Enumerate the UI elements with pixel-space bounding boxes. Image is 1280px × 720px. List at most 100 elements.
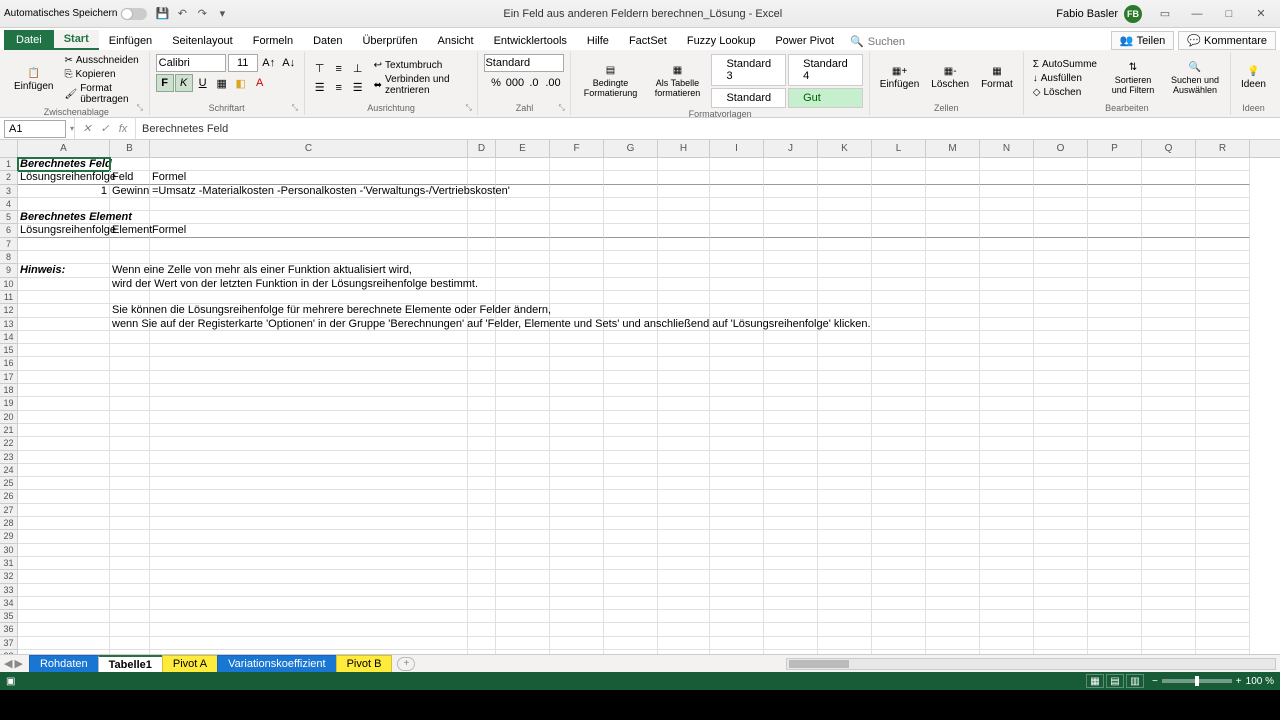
cell[interactable]: [710, 597, 764, 610]
cell[interactable]: [18, 437, 110, 450]
cell[interactable]: [926, 357, 980, 370]
cell[interactable]: [496, 251, 550, 264]
cell[interactable]: [658, 304, 710, 317]
cell[interactable]: [658, 198, 710, 211]
cell[interactable]: [926, 171, 980, 184]
cell[interactable]: [764, 517, 818, 530]
cell[interactable]: [710, 517, 764, 530]
fill-color-button[interactable]: ◧: [232, 74, 250, 92]
cell[interactable]: [710, 171, 764, 184]
cell[interactable]: [150, 198, 468, 211]
cell[interactable]: [110, 584, 150, 597]
cell[interactable]: [764, 158, 818, 171]
cell[interactable]: [980, 238, 1034, 251]
cell[interactable]: [764, 171, 818, 184]
cell[interactable]: Berechnetes Element: [18, 211, 110, 224]
column-header[interactable]: K: [818, 140, 872, 157]
cell[interactable]: [872, 158, 926, 171]
cell[interactable]: [764, 198, 818, 211]
cell[interactable]: [926, 437, 980, 450]
autosave-toggle[interactable]: Automatisches Speichern: [4, 8, 147, 20]
cell[interactable]: [872, 357, 926, 370]
cell[interactable]: [1088, 584, 1142, 597]
cell[interactable]: [550, 530, 604, 543]
cell[interactable]: [980, 357, 1034, 370]
cell[interactable]: [604, 198, 658, 211]
cell[interactable]: [818, 251, 872, 264]
cell[interactable]: [468, 504, 496, 517]
row-header[interactable]: 10: [0, 278, 18, 291]
cell[interactable]: [980, 291, 1034, 304]
row-header[interactable]: 31: [0, 557, 18, 570]
cell[interactable]: [1088, 530, 1142, 543]
cell[interactable]: [1034, 517, 1088, 530]
cell[interactable]: [604, 584, 658, 597]
cell[interactable]: [926, 530, 980, 543]
cell[interactable]: [980, 584, 1034, 597]
name-box[interactable]: [4, 120, 66, 138]
cell[interactable]: [980, 304, 1034, 317]
cell[interactable]: [1196, 198, 1250, 211]
cell[interactable]: [496, 171, 550, 184]
cell[interactable]: [1034, 251, 1088, 264]
minimize-icon[interactable]: —: [1182, 4, 1212, 24]
cell[interactable]: [468, 344, 496, 357]
cell[interactable]: [110, 344, 150, 357]
cell[interactable]: [764, 185, 818, 198]
cell[interactable]: [550, 384, 604, 397]
cell[interactable]: [110, 597, 150, 610]
cell[interactable]: [872, 584, 926, 597]
cell[interactable]: [1196, 371, 1250, 384]
cell[interactable]: [550, 424, 604, 437]
cell[interactable]: [764, 278, 818, 291]
cell[interactable]: [926, 464, 980, 477]
row-header[interactable]: 17: [0, 371, 18, 384]
row-header[interactable]: 25: [0, 477, 18, 490]
cell[interactable]: [1142, 451, 1196, 464]
cell[interactable]: [1088, 504, 1142, 517]
cell[interactable]: [496, 384, 550, 397]
zoom-level[interactable]: 100 %: [1246, 676, 1274, 687]
cell[interactable]: [110, 384, 150, 397]
column-header[interactable]: L: [872, 140, 926, 157]
cell[interactable]: [18, 331, 110, 344]
cell[interactable]: [818, 384, 872, 397]
cell[interactable]: [872, 238, 926, 251]
cell[interactable]: [468, 451, 496, 464]
cell[interactable]: [1196, 357, 1250, 370]
cell[interactable]: Lösungsreihenfolge: [18, 171, 110, 184]
cell[interactable]: [710, 384, 764, 397]
row-header[interactable]: 7: [0, 238, 18, 251]
cell[interactable]: [150, 517, 468, 530]
cell[interactable]: [710, 264, 764, 277]
cell[interactable]: [468, 397, 496, 410]
cell[interactable]: [764, 331, 818, 344]
cell[interactable]: [980, 451, 1034, 464]
cell[interactable]: [926, 384, 980, 397]
row-header[interactable]: 20: [0, 411, 18, 424]
cell[interactable]: [764, 557, 818, 570]
cell[interactable]: [110, 464, 150, 477]
cell[interactable]: [150, 238, 468, 251]
style-standard3[interactable]: Standard 3: [711, 54, 786, 86]
cell[interactable]: [872, 291, 926, 304]
cell[interactable]: [710, 238, 764, 251]
cell[interactable]: [550, 304, 604, 317]
cell[interactable]: [550, 331, 604, 344]
cell[interactable]: [926, 224, 980, 237]
cell[interactable]: [1088, 291, 1142, 304]
cell[interactable]: [926, 610, 980, 623]
cell[interactable]: [658, 557, 710, 570]
font-size-select[interactable]: [228, 54, 258, 72]
cell[interactable]: [604, 637, 658, 650]
cell[interactable]: [710, 557, 764, 570]
cell[interactable]: [980, 597, 1034, 610]
cell[interactable]: [604, 238, 658, 251]
cell[interactable]: [818, 610, 872, 623]
cell[interactable]: [150, 464, 468, 477]
cell[interactable]: [110, 211, 150, 224]
cell[interactable]: [1034, 344, 1088, 357]
cell[interactable]: [764, 544, 818, 557]
cell[interactable]: [1088, 251, 1142, 264]
cell[interactable]: [764, 357, 818, 370]
